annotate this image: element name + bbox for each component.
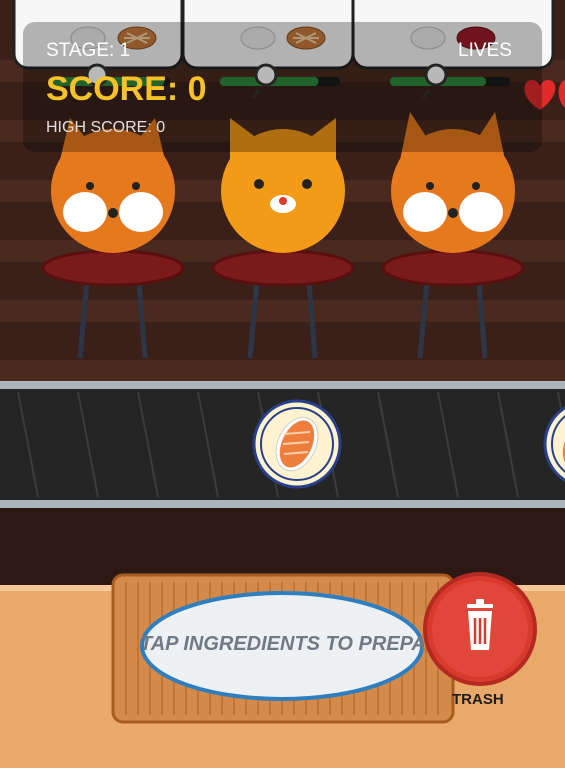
lives-label: LIVES (458, 40, 512, 61)
trash-button[interactable] (424, 573, 536, 685)
high-score-label: HIGH SCORE: 0 (46, 119, 166, 136)
score-label: SCORE: 0 (46, 70, 207, 108)
salmon-nigiri-plate[interactable] (252, 399, 342, 489)
trash-label: TRASH (452, 691, 504, 708)
stage-label: STAGE: 1 (46, 40, 131, 61)
prep-hint: TAP INGREDIENTS TO PREPARE (140, 633, 425, 655)
